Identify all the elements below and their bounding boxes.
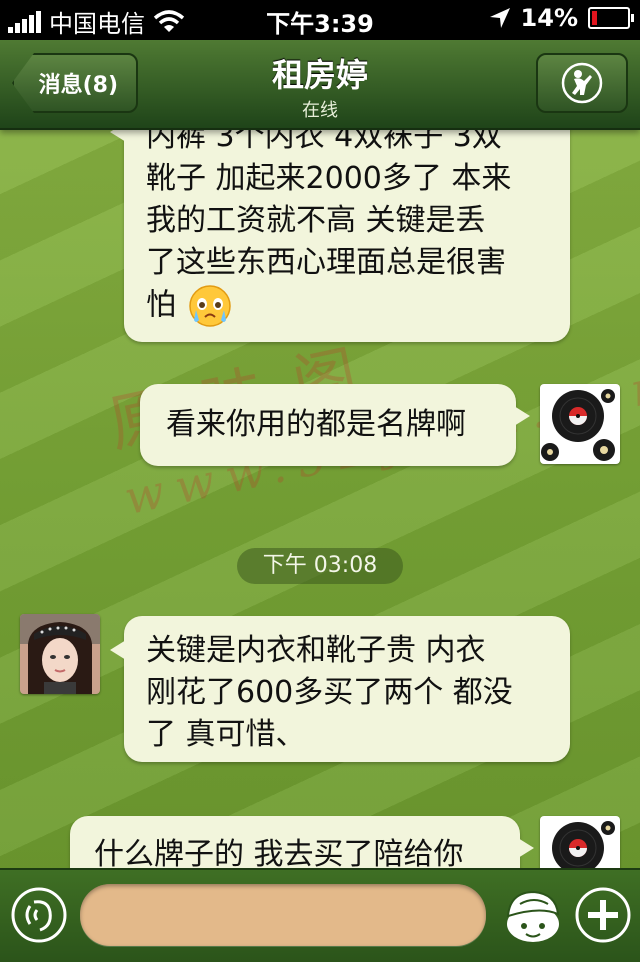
message-text: 怕	[146, 287, 176, 323]
location-arrow-icon	[489, 8, 510, 28]
message-line: 刚花了600多买了两个 都没	[146, 675, 513, 710]
battery-icon	[588, 7, 634, 29]
message-line: 了 真可惜、	[146, 717, 306, 752]
message-bubble-incoming[interactable]: 关键是内衣和靴子贵 内衣 刚花了600多买了两个 都没 了 真可惜、	[110, 616, 570, 762]
message-line: 怕	[146, 284, 548, 328]
status-right: 14%	[489, 4, 634, 32]
message-line: 关键是内衣和靴子贵 内衣	[146, 633, 486, 668]
battery-percent: 14%	[520, 4, 578, 32]
emoji-button[interactable]	[500, 884, 566, 948]
emoji-cap-icon	[506, 890, 560, 942]
timestamp-divider: 下午 03:08	[237, 548, 403, 584]
avatar-contact[interactable]	[20, 614, 100, 694]
message-bubble-outgoing[interactable]: 什么牌子的 我去买了陪给你	[70, 816, 534, 868]
message-line: 内裤 3个内衣 4双袜子 3双	[146, 128, 502, 154]
contact-photo-avatar-icon	[20, 614, 100, 694]
more-button[interactable]	[574, 886, 632, 944]
message-bubble-outgoing[interactable]: 看来你用的都是名牌啊	[140, 384, 530, 466]
avatar-self[interactable]	[540, 384, 620, 464]
voice-button[interactable]	[10, 886, 68, 944]
plus-icon	[575, 887, 631, 943]
vinyl-records-avatar-icon	[540, 816, 620, 868]
status-bar: 中国电信 下午3:39 14%	[0, 0, 640, 40]
message-line: 靴子 加起来2000多了 本来	[146, 161, 512, 196]
nav-bar: 消息(8) 租房婷 在线	[0, 40, 640, 130]
message-text: 什么牌子的 我去买了陪给你	[94, 837, 464, 868]
voice-icon	[11, 887, 67, 943]
message-input[interactable]	[80, 884, 486, 946]
profile-button[interactable]	[536, 53, 628, 113]
message-line: 了这些东西心理面总是很害	[146, 245, 506, 280]
battery-fill	[592, 11, 597, 25]
input-bar	[0, 868, 640, 962]
vinyl-records-avatar-icon	[540, 384, 620, 464]
message-bubble-incoming[interactable]: 内裤 3个内衣 4双袜子 3双 靴子 加起来2000多了 本来 我的工资就不高 …	[110, 128, 570, 342]
chat-area[interactable]: 内裤 3个内衣 4双袜子 3双 靴子 加起来2000多了 本来 我的工资就不高 …	[0, 128, 640, 868]
crying-face-icon	[188, 285, 231, 327]
message-text: 看来你用的都是名牌啊	[166, 407, 466, 442]
avatar-self[interactable]	[540, 816, 620, 868]
message-line: 我的工资就不高 关键是丢	[146, 203, 486, 238]
golfer-icon	[561, 62, 603, 104]
